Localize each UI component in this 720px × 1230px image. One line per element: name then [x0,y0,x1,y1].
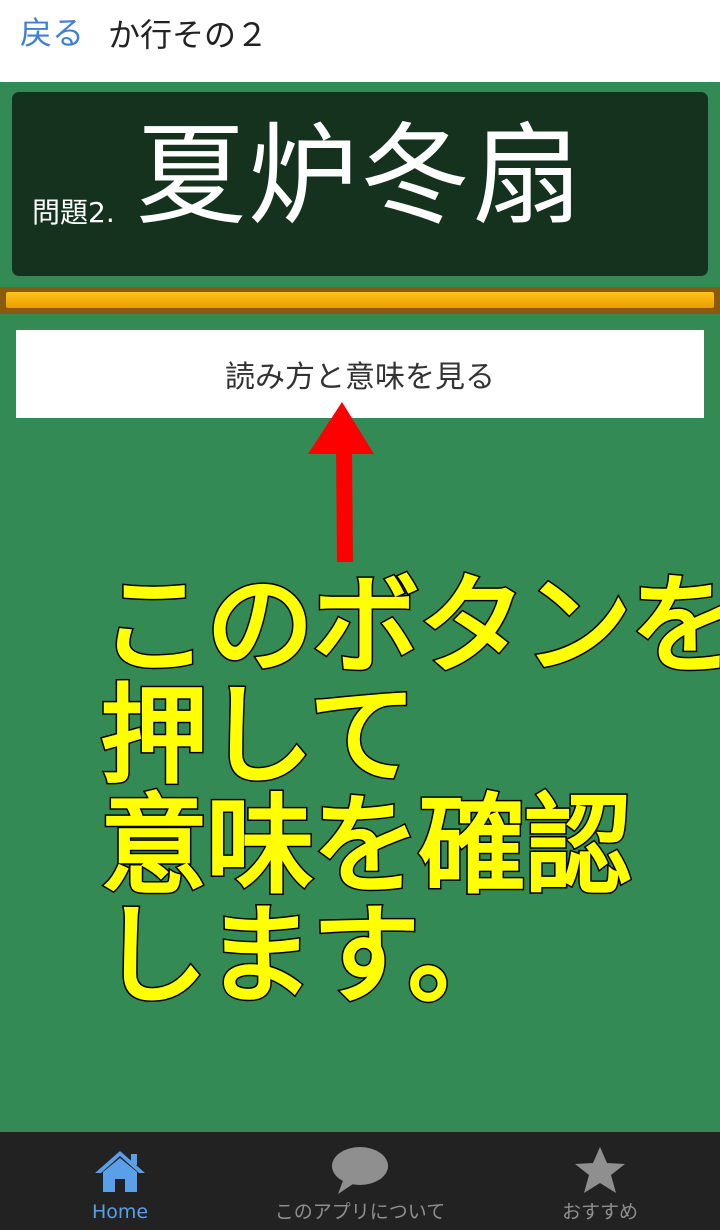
question-number: 問題2. [32,196,115,229]
star-icon [573,1146,627,1196]
annotation-line-4: します。 [99,894,517,1019]
question-text: 夏炉冬扇 [136,112,584,240]
home-icon [93,1146,147,1196]
nav-item-home[interactable]: Home [0,1132,240,1230]
instruction-annotation: このボタンを 押して 意味を確認 します。 [99,564,720,1019]
blackboard: 問題2. 夏炉冬扇 [12,92,708,276]
nav-item-recommend[interactable]: おすすめ [480,1132,720,1230]
chalk-tray [0,287,720,314]
annotation-line-3: 意味を確認 [99,784,634,909]
nav-label-about: このアプリについて [274,1201,446,1223]
bottom-navigation: Home このアプリについて おすすめ [0,1132,720,1230]
annotation-line-2: 押して [99,674,419,799]
annotation-line-1: このボタンを [99,564,720,689]
nav-label-home: Home [91,1201,149,1223]
chalk-tray-ledge [6,292,714,308]
nav-label-recommend: おすすめ [561,1201,638,1223]
header-bar: 戻る か行その２ [0,0,720,82]
speech-bubble-icon [330,1146,390,1196]
nav-item-about[interactable]: このアプリについて [240,1132,480,1230]
page-title: か行その２ [108,16,269,54]
back-button[interactable]: 戻る [20,12,84,54]
pointer-arrow-icon [308,402,374,563]
